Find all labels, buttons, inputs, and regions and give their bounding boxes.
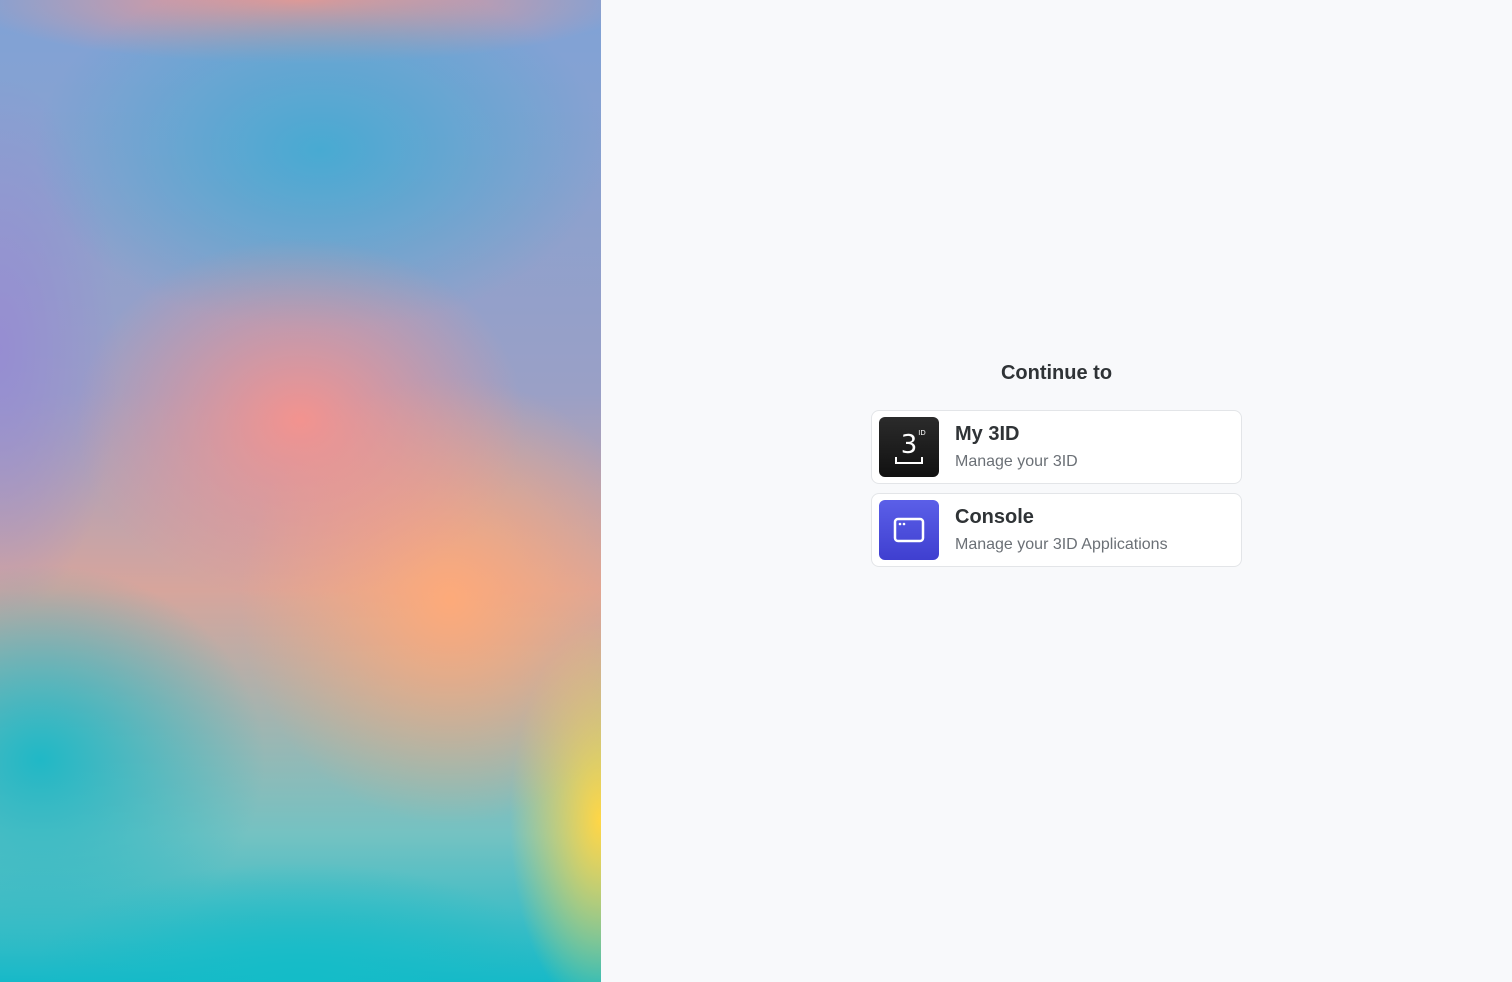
svg-text:3: 3 (901, 430, 918, 460)
option-subtitle: Manage your 3ID Applications (955, 536, 1168, 553)
option-console-text: Console Manage your 3ID Applications (955, 504, 1168, 556)
3id-logo-icon: 3 ID (879, 417, 939, 477)
option-subtitle: Manage your 3ID (955, 453, 1078, 470)
option-title: Console (955, 506, 1034, 528)
main-content: Continue to 3 ID My 3ID Manage your 3ID (601, 0, 1512, 982)
svg-text:ID: ID (918, 429, 925, 437)
continue-heading: Continue to (1000, 362, 1113, 384)
option-my-3id-text: My 3ID Manage your 3ID (955, 421, 1078, 473)
browser-window-icon (879, 500, 939, 560)
option-title: My 3ID (955, 423, 1020, 445)
option-my-3id[interactable]: 3 ID My 3ID Manage your 3ID (871, 410, 1242, 484)
option-console[interactable]: Console Manage your 3ID Applications (871, 493, 1242, 567)
page: Continue to 3 ID My 3ID Manage your 3ID (0, 0, 1512, 982)
continue-panel: Continue to 3 ID My 3ID Manage your 3ID (871, 358, 1242, 576)
gradient-hero-panel (0, 0, 601, 982)
